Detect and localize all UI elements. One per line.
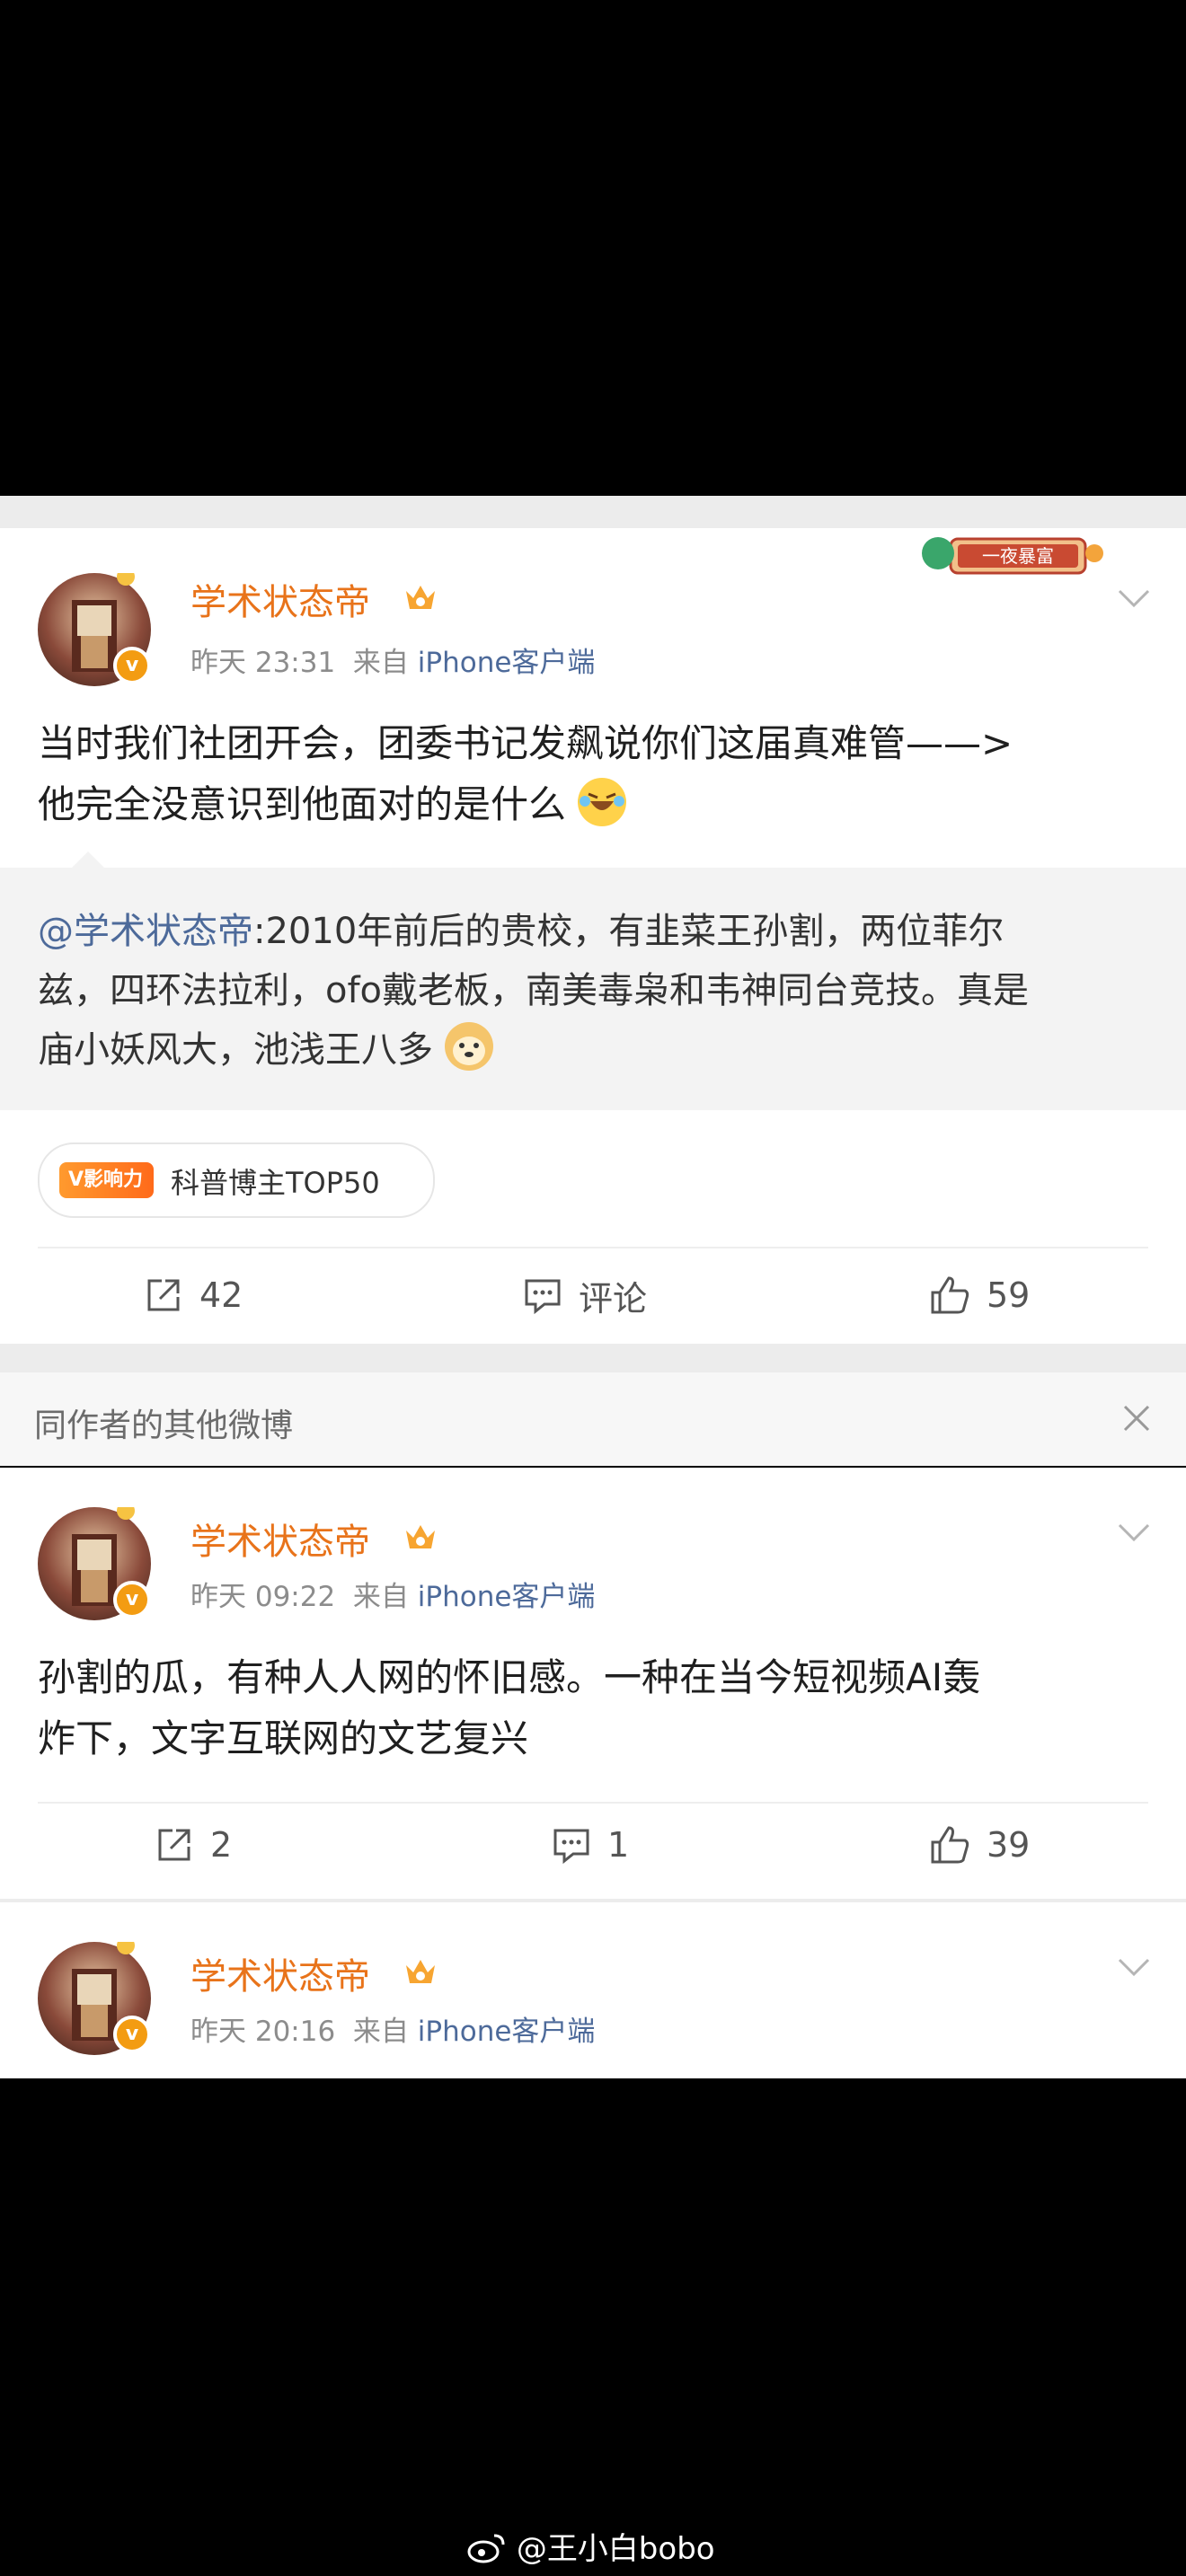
vip-crown-icon xyxy=(406,1525,435,1548)
verified-icon: v xyxy=(113,1581,151,1619)
repost-icon xyxy=(158,1829,190,1861)
like-button[interactable]: 59 xyxy=(929,1268,1030,1322)
username[interactable]: 学术状态帝 xyxy=(190,573,370,625)
thumbs-up-icon xyxy=(931,1276,969,1314)
fortune-banner-text: 一夜暴富 xyxy=(982,545,1054,567)
like-button[interactable]: 39 xyxy=(929,1818,1030,1872)
laugh-cry-emoji-icon xyxy=(578,778,627,826)
influence-label: 科普博主TOP50 xyxy=(171,1166,380,1200)
section-title: 同作者的其他微博 xyxy=(34,1407,294,1444)
post-meta: 昨天 09:22 来自 iPhone客户端 xyxy=(190,1581,596,1613)
section-header: 同作者的其他微博 xyxy=(0,1372,1186,1466)
post-card-1: v 学术状态帝 昨天 23:31 来自 iPhone客户端 一夜暴富 当时我们社… xyxy=(0,528,1186,1344)
repost-icon xyxy=(147,1279,180,1311)
chevron-down-icon[interactable] xyxy=(1116,1956,1152,1978)
avatar[interactable]: v xyxy=(38,1507,151,1620)
vip-crown-icon xyxy=(406,1960,435,1983)
post-text: 当时我们社团开会，团委书记发飙说你们这届真难管——> 他完全没意识到他面对的是什… xyxy=(38,721,1013,826)
mention-link[interactable]: @学术状态帝 xyxy=(38,911,253,952)
post-text: 孙割的瓜，有种人人网的怀旧感。一种在当今短视频AI轰 炸下，文字互联网的文艺复兴 xyxy=(38,1655,981,1760)
quote-pointer xyxy=(70,851,106,869)
source-link[interactable]: iPhone客户端 xyxy=(418,1581,596,1613)
post-meta: 昨天 23:31 来自 iPhone客户端 xyxy=(190,647,596,679)
username[interactable]: 学术状态帝 xyxy=(190,1513,370,1565)
post-meta: 昨天 20:16 来自 iPhone客户端 xyxy=(190,2016,596,2048)
avatar[interactable]: v xyxy=(38,573,151,686)
comment-button[interactable]: 评论 xyxy=(523,1268,647,1322)
comment-icon xyxy=(553,1829,589,1865)
weibo-logo-icon xyxy=(467,2534,505,2563)
vip-crown-icon xyxy=(406,586,435,609)
close-icon[interactable] xyxy=(1120,1401,1154,1435)
repost-button[interactable]: 2 xyxy=(155,1818,232,1872)
chevron-down-icon[interactable] xyxy=(1116,1522,1152,1543)
avatar[interactable]: v xyxy=(38,1942,151,2055)
post-card-3: v 学术状态帝 昨天 20:16 来自 iPhone客户端 xyxy=(0,1902,1186,2078)
thumbs-up-icon xyxy=(931,1826,969,1864)
username[interactable]: 学术状态帝 xyxy=(190,1947,370,1999)
comment-icon xyxy=(525,1279,561,1315)
influence-badge[interactable]: V影响力 科普博主TOP50 xyxy=(38,1142,435,1218)
divider xyxy=(38,1247,1148,1248)
watermark: @王小白bobo xyxy=(467,2524,715,2568)
quoted-post[interactable]: @学术状态帝:2010年前后的贵校，有韭菜王孙割，两位菲尔 兹，四环法拉利，of… xyxy=(0,851,1186,1110)
chevron-down-icon[interactable] xyxy=(1116,587,1152,609)
comment-button[interactable]: 1 xyxy=(552,1818,629,1872)
repost-button[interactable]: 42 xyxy=(144,1268,243,1322)
influence-tag: V影响力 xyxy=(59,1162,155,1198)
source-link[interactable]: iPhone客户端 xyxy=(418,647,596,679)
divider xyxy=(38,1802,1148,1804)
verified-icon: v xyxy=(113,647,151,684)
fortune-banner: 一夜暴富 xyxy=(922,537,1103,575)
doge-emoji-icon xyxy=(444,1022,493,1071)
post-card-2: v 学术状态帝 昨天 09:22 来自 iPhone客户端 孙割的瓜，有种人人网… xyxy=(0,1468,1186,1899)
verified-icon: v xyxy=(113,2016,151,2053)
source-link[interactable]: iPhone客户端 xyxy=(418,2016,596,2048)
